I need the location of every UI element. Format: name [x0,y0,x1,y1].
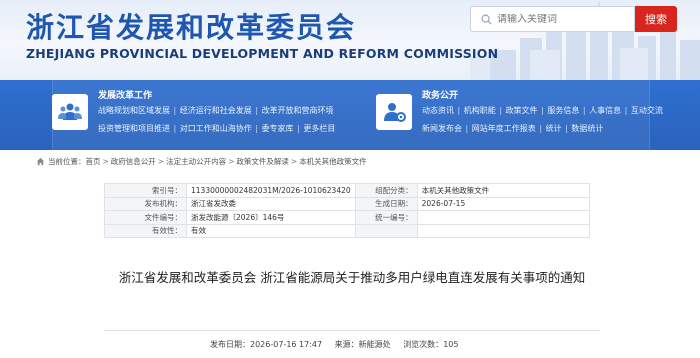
breadcrumb-statutory[interactable]: 法定主动公开内容 [166,156,226,167]
view-count: 105 [443,340,459,349]
info-key: 生成日期： [354,196,418,211]
info-value: 11330000002482031M/2026-1010623420 [186,183,356,198]
nav-link-interaction[interactable]: 互动交流 [631,106,663,115]
views-label: 浏览次数： [403,340,444,349]
search-box [470,6,635,32]
info-key: 文件编号： [104,210,187,225]
search-button[interactable]: 搜索 [635,6,677,32]
nav-link-policy[interactable]: 政策文件 [506,106,538,115]
source: 新能源处 [358,340,391,349]
main-nav: 发展改革工作 战略规划和区域发展 | 经济运行和社会发展 | 改革开放和营商环境… [0,80,700,150]
nav-open-row2: 新闻发布会 | 网站年度工作报表 | 统计 | 数据统计 [422,124,604,133]
info-value: 浙江省发改委 [186,196,356,211]
nav-link-cooperation[interactable]: 对口工作和山海协作 [180,124,252,133]
nav-link-economy[interactable]: 经济运行和社会发展 [180,106,252,115]
table-row: 文件编号： 浙发改能源〔2026〕146号 统一编号： [104,210,591,225]
search-input[interactable] [497,13,627,25]
people-group-icon [52,94,88,130]
info-value: 本机关其他政策文件 [416,183,591,198]
breadcrumb-label: 当前位置： [48,156,86,166]
site-title: 浙江省发展和改革委员会 [26,11,357,44]
nav-link-functions[interactable]: 机构职能 [464,106,496,115]
nav-link-reform[interactable]: 改革开放和营商环境 [262,106,334,115]
home-icon [36,157,45,166]
nav-work-row1: 战略规划和区域发展 | 经济运行和社会发展 | 改革开放和营商环境 [98,106,334,115]
table-row: 有效性： 有效 [104,223,591,238]
publish-date-label: 发布日期： [210,340,250,349]
breadcrumb-info-open[interactable]: 政府信息公开 [111,156,156,167]
article-meta: 发布日期：2026-07-16 17:47 来源：新能源处 浏览次数：105 [210,339,458,350]
info-key [354,223,418,238]
info-key: 索引号： [104,183,187,198]
nav-link-services[interactable]: 服务信息 [547,106,579,115]
person-settings-icon [376,94,412,130]
nav-link-investment[interactable]: 投资管理和项目推进 [98,124,170,133]
site-subtitle: ZHEJIANG PROVINCIAL DEVELOPMENT AND REFO… [26,46,499,61]
source-label: 来源： [334,340,359,349]
breadcrumb-other-policy[interactable]: 本机关其他政策文件 [299,156,367,167]
nav-link-press[interactable]: 新闻发布会 [422,124,462,133]
nav-link-data[interactable]: 数据统计 [571,124,603,133]
breadcrumb: 当前位置： 首页 > 政府信息公开 > 法定主动公开内容 > 政策文件及解读 >… [36,154,367,168]
breadcrumb-policy-docs[interactable]: 政策文件及解读 [236,156,289,167]
info-key: 统一编号： [354,210,418,225]
table-row: 发布机构： 浙江省发改委 生成日期： 2026-07-15 [104,196,591,211]
site-header: 浙江省发展和改革委员会 ZHEJIANG PROVINCIAL DEVELOPM… [0,0,700,80]
nav-title-work: 发展改革工作 [98,91,153,101]
nav-work-row2: 投资管理和项目推进 | 对口工作和山海协作 | 委专家库 | 更多栏目 [98,124,336,133]
info-value: 有效 [186,223,356,238]
nav-link-more[interactable]: 更多栏目 [303,124,335,133]
info-value: 浙发改能源〔2026〕146号 [186,210,356,225]
nav-link-statistics[interactable]: 统计 [546,124,562,133]
info-value [416,223,591,238]
table-row: 索引号： 11330000002482031M/2026-1010623420 … [104,183,591,198]
document-info-table: 索引号： 11330000002482031M/2026-1010623420 … [104,183,591,238]
article-title: 浙江省发展和改革委员会 浙江省能源局关于推动多用户绿电直连发展有关事项的通知 [118,270,586,285]
breadcrumb-home[interactable]: 首页 [86,156,101,167]
publish-date: 2026-07-16 17:47 [250,340,323,349]
info-key: 发布机构： [104,196,187,211]
info-key: 组配分类： [354,183,418,198]
title-divider [104,330,600,331]
search-icon [475,7,497,31]
nav-open-row1: 动态资讯 | 机构职能 | 政策文件 | 服务信息 | 人事信息 | 互动交流 [422,106,663,115]
nav-link-personnel[interactable]: 人事信息 [589,106,621,115]
info-key: 有效性： [104,223,187,238]
nav-link-annual-report[interactable]: 网站年度工作报表 [472,124,536,133]
nav-link-strategy[interactable]: 战略规划和区域发展 [98,106,170,115]
nav-link-news[interactable]: 动态资讯 [422,106,454,115]
nav-title-open: 政务公开 [422,91,459,101]
info-value: 2026-07-15 [416,196,591,211]
nav-link-experts[interactable]: 委专家库 [262,124,294,133]
info-value [416,210,591,225]
